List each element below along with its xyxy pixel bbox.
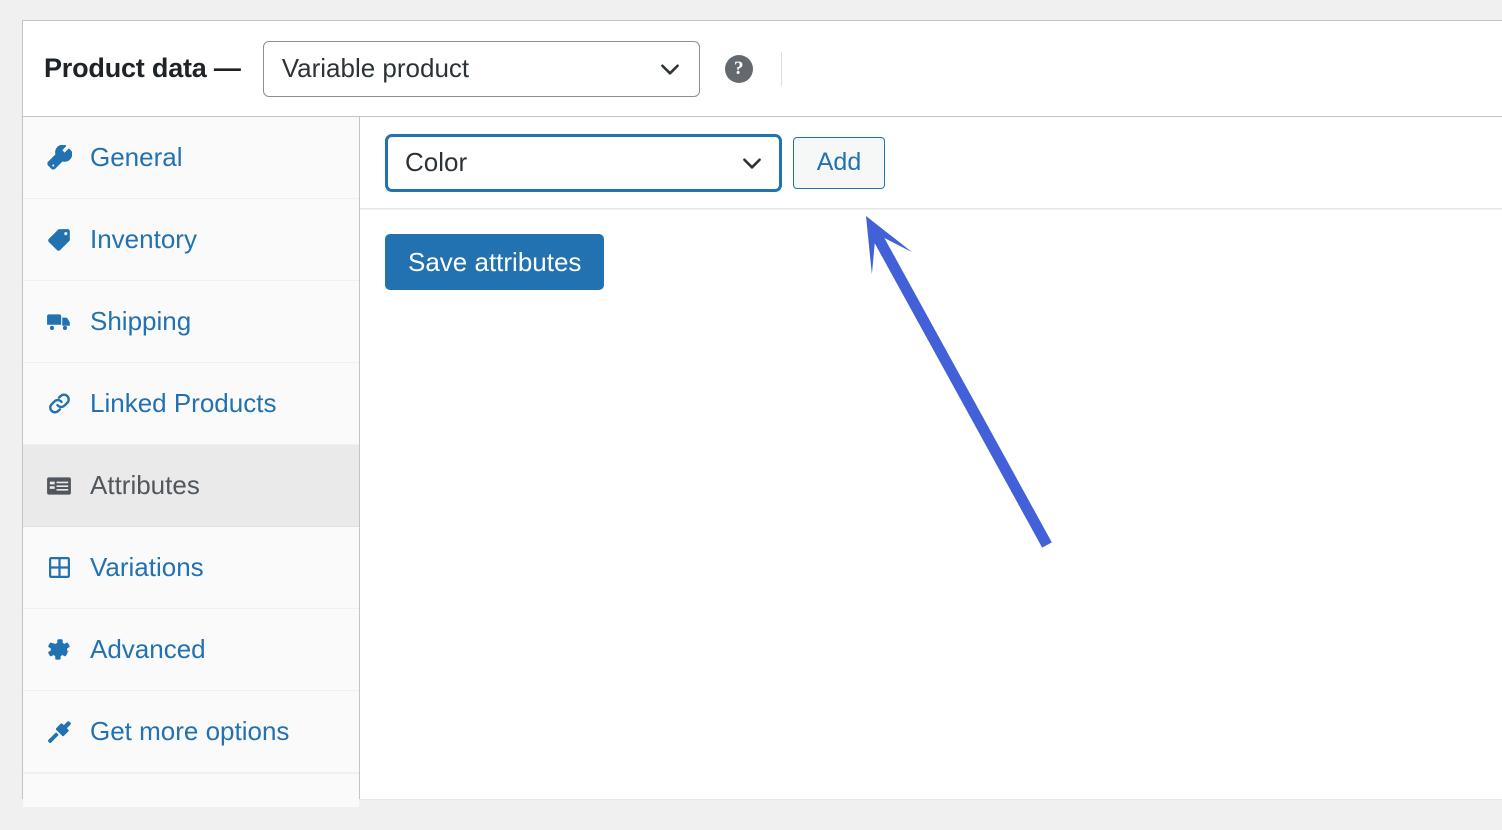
sidebar-item-inventory[interactable]: Inventory: [23, 199, 359, 281]
product-data-header: Product data — Variable product ?: [23, 21, 1502, 117]
product-data-tabs: General Inventory Shipping Linked Produc…: [23, 117, 360, 807]
header-divider: [780, 51, 782, 86]
attribute-save-row: Save attributes: [360, 209, 1502, 313]
product-type-select-value: Variable product: [281, 53, 470, 83]
truck-icon: [45, 308, 73, 336]
sidebar-filler-row: [23, 773, 359, 807]
sidebar-item-variations[interactable]: Variations: [23, 527, 359, 609]
sidebar-item-shipping[interactable]: Shipping: [23, 281, 359, 363]
list-view-icon: [45, 472, 73, 500]
sidebar-item-label: Advanced: [90, 634, 206, 664]
add-attribute-button[interactable]: Add: [793, 136, 885, 189]
sidebar-item-label: Inventory: [90, 224, 197, 254]
product-type-select[interactable]: Variable product: [262, 40, 700, 97]
sidebar-item-advanced[interactable]: Advanced: [23, 609, 359, 691]
tag-icon: [45, 226, 73, 254]
plugin-icon: [45, 718, 73, 746]
attribute-select-value: Color: [405, 147, 468, 177]
wrench-icon: [45, 144, 73, 172]
sidebar-item-label: Get more options: [90, 716, 290, 746]
help-icon[interactable]: ?: [724, 54, 753, 83]
chevron-down-icon: [657, 56, 683, 82]
sidebar-item-linked-products[interactable]: Linked Products: [23, 363, 359, 445]
link-icon: [45, 390, 73, 418]
attributes-panel: Color Add Save attributes: [360, 117, 1502, 799]
sidebar-item-general[interactable]: General: [23, 117, 359, 199]
product-data-panel: Product data — Variable product ? Genera…: [22, 20, 1502, 807]
grid-icon: [45, 554, 73, 582]
sidebar-item-label: Shipping: [90, 306, 192, 336]
attribute-select[interactable]: Color: [385, 133, 782, 192]
sidebar-item-label: Linked Products: [90, 388, 277, 418]
sidebar-item-attributes[interactable]: Attributes: [23, 445, 359, 527]
sidebar-item-get-more-options[interactable]: Get more options: [23, 691, 359, 773]
sidebar-item-label: General: [90, 142, 183, 172]
gear-icon: [45, 636, 73, 664]
product-data-body: General Inventory Shipping Linked Produc…: [23, 117, 1502, 807]
sidebar-item-label: Variations: [90, 552, 204, 582]
attribute-add-row: Color Add: [360, 117, 1502, 209]
page-title: Product data —: [44, 53, 241, 83]
sidebar-item-label: Attributes: [90, 470, 200, 500]
chevron-down-icon: [739, 150, 765, 176]
save-attributes-button[interactable]: Save attributes: [385, 233, 605, 290]
